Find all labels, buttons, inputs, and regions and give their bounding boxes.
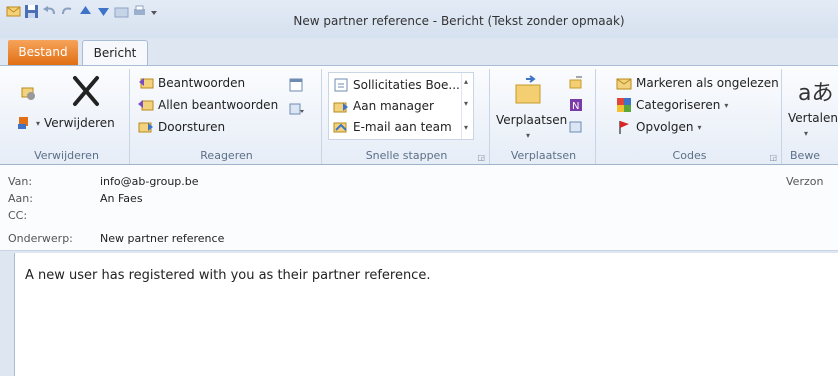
cc-label: CC: <box>8 209 28 222</box>
tab-message[interactable]: Bericht <box>82 40 148 66</box>
quick-step-label: Sollicitaties Boe... <box>353 78 460 92</box>
reply-all-button[interactable]: Allen beantwoorden <box>138 95 278 115</box>
group-label-move: Verplaatsen <box>510 149 577 162</box>
reply-icon <box>138 75 154 91</box>
flag-icon <box>616 119 632 135</box>
reply-button[interactable]: Beantwoorden <box>138 73 245 93</box>
gallery-down-icon[interactable]: ▾ <box>464 99 468 108</box>
message-body-text: A new user has registered with you as th… <box>25 268 431 283</box>
message-header: Van: info@ab-group.be Aan: An Faes CC: O… <box>0 165 838 251</box>
translate-icon: aあ <box>798 81 834 106</box>
from-label: Van: <box>8 175 33 188</box>
actions-icon[interactable] <box>568 119 584 135</box>
meeting-icon[interactable] <box>288 77 304 93</box>
quick-step-manager-icon <box>333 98 349 114</box>
group-editing: aあ Vertalen ▾ Bewe <box>784 69 838 164</box>
chevron-down-icon: ▾ <box>697 122 702 132</box>
reply-label: Beantwoorden <box>158 76 246 90</box>
sent-label: Verzon <box>786 175 824 188</box>
forward-button[interactable]: Doorsturen <box>138 117 225 137</box>
cleanup-icon <box>16 115 32 131</box>
reply-all-label: Allen beantwoorden <box>158 98 279 112</box>
rules-icon[interactable] <box>568 75 584 91</box>
gallery-up-icon[interactable]: ▴ <box>464 77 468 86</box>
onenote-icon[interactable]: N <box>568 97 584 113</box>
delete-x-icon[interactable] <box>70 75 102 107</box>
move-label: Verplaatsen <box>496 113 568 127</box>
forward-icon <box>138 119 154 135</box>
subject-label: Onderwerp: <box>8 232 73 245</box>
quick-step-item[interactable]: Sollicitaties Boe... <box>333 75 460 95</box>
group-label-tags: Codes <box>672 149 707 162</box>
mark-unread-button[interactable]: Markeren als ongelezen <box>616 73 779 93</box>
translate-label: Vertalen <box>788 111 838 125</box>
title-bar: New partner reference - Bericht (Tekst z… <box>0 0 838 38</box>
group-label-editing: Bewe <box>790 149 821 162</box>
tab-file[interactable]: Bestand <box>8 40 78 65</box>
categorize-label: Categoriseren <box>636 98 721 112</box>
categories-icon <box>616 97 632 113</box>
group-label-respond: Reageren <box>200 149 253 162</box>
ribbon-tabs: Bestand Bericht <box>0 38 838 66</box>
group-tags: Markeren als ongelezen Categoriseren ▾ O… <box>598 69 782 164</box>
group-delete: ▾ Verwijderen Verwijderen <box>4 69 130 164</box>
forward-label: Doorsturen <box>158 120 226 134</box>
svg-text:N: N <box>572 101 579 112</box>
ribbon: ▾ Verwijderen Verwijderen Beantwoorden A… <box>0 65 838 165</box>
to-label: Aan: <box>8 192 33 205</box>
quick-step-item[interactable]: Aan manager <box>333 96 434 116</box>
gallery-more-icon[interactable]: ▾ <box>464 123 468 132</box>
reply-all-icon <box>138 97 154 113</box>
quick-step-calendar-icon <box>333 77 349 93</box>
follow-up-label: Opvolgen <box>636 120 694 134</box>
group-move: Verplaatsen ▾ N Verplaatsen <box>492 69 596 164</box>
quick-step-team-icon <box>333 119 349 135</box>
ignore-icon[interactable] <box>20 85 36 101</box>
move-button[interactable]: Verplaatsen ▾ <box>496 75 568 141</box>
from-value[interactable]: info@ab-group.be <box>100 175 199 188</box>
subject-value: New partner reference <box>100 232 225 245</box>
to-value[interactable]: An Faes <box>100 192 143 205</box>
group-label-quick-steps: Snelle stappen <box>365 149 448 162</box>
window-title: New partner reference - Bericht (Tekst z… <box>293 14 625 28</box>
delete-button-label: Verwijderen <box>44 116 115 130</box>
message-body[interactable]: A new user has registered with you as th… <box>14 253 838 376</box>
gallery-scroll[interactable]: ▴ ▾ ▾ <box>461 73 473 139</box>
mark-unread-label: Markeren als ongelezen <box>636 76 779 90</box>
chevron-down-icon: ▾ <box>724 100 729 110</box>
categorize-button[interactable]: Categoriseren ▾ <box>616 95 728 115</box>
quick-step-label: Aan manager <box>353 99 434 113</box>
chevron-down-icon: ▾ <box>36 118 41 128</box>
delete-button[interactable]: ▾ Verwijderen <box>16 113 115 133</box>
quick-step-item[interactable]: E-mail aan team <box>333 117 452 137</box>
chevron-down-icon: ▾ <box>525 131 530 140</box>
quick-steps-gallery: Sollicitaties Boe... Aan manager E-mail … <box>328 72 474 140</box>
move-folder-icon <box>512 75 544 107</box>
group-quick-steps: Sollicitaties Boe... Aan manager E-mail … <box>324 69 490 164</box>
translate-button[interactable]: aあ Vertalen ▾ <box>788 77 838 139</box>
follow-up-button[interactable]: Opvolgen ▾ <box>616 117 701 137</box>
chevron-down-icon: ▾ <box>804 129 809 138</box>
group-respond: Beantwoorden Allen beantwoorden Doorstur… <box>132 69 322 164</box>
quick-step-label: E-mail aan team <box>353 120 452 134</box>
group-label-delete: Verwijderen <box>34 149 99 162</box>
envelope-unread-icon <box>616 75 632 91</box>
more-respond-icon[interactable] <box>288 101 304 117</box>
